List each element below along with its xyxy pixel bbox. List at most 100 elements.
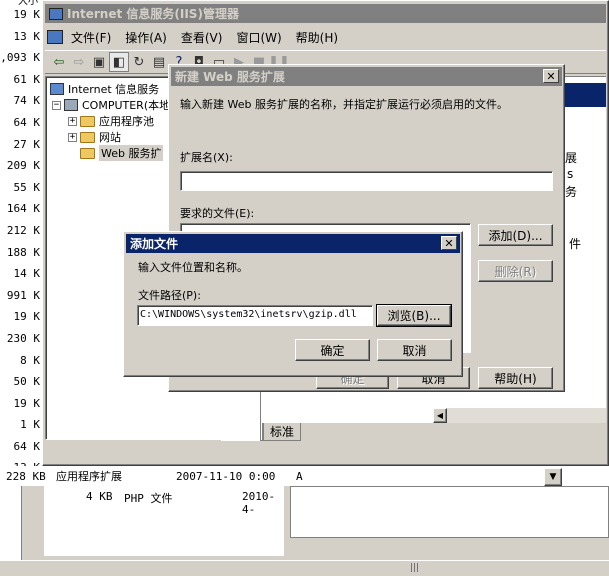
- expand-icon[interactable]: +: [68, 132, 77, 142]
- details-fragment: 展: [565, 151, 578, 165]
- size-cell: 14 K: [13, 267, 41, 281]
- file-date: 2007-11-10 0:00: [176, 469, 276, 483]
- file-date: 2010-4-: [242, 490, 276, 516]
- iis-app-icon: [49, 7, 63, 20]
- collapse-icon[interactable]: −: [52, 100, 61, 110]
- list-item[interactable]: 4 KB PHP 文件 2010-4-: [44, 486, 284, 556]
- folder-icon: [80, 147, 95, 159]
- tab-standard[interactable]: 标准: [263, 423, 302, 441]
- size-cell: 19 K: [13, 8, 41, 21]
- size-cell: 19 K: [13, 396, 41, 410]
- close-icon[interactable]: ✕: [441, 236, 457, 250]
- extension-name-label: 扩展名(X):: [180, 151, 233, 164]
- add-file-title: 添加文件: [130, 237, 179, 251]
- new-extension-instruction: 输入新建 Web 服务扩展的名称，并指定扩展运行必须启用的文件。: [180, 98, 508, 111]
- details-header-band: [561, 83, 606, 107]
- iis-title-bar[interactable]: Internet 信息服务(IIS)管理器: [45, 4, 606, 23]
- folder-icon: [80, 115, 95, 127]
- help-button[interactable]: 帮助(H): [478, 367, 553, 389]
- add-file-instruction: 输入文件位置和名称。: [138, 261, 248, 274]
- bottom-right-pane: [290, 486, 609, 538]
- refresh-icon[interactable]: ↻: [129, 52, 149, 72]
- scroll-left-icon[interactable]: ◀: [433, 408, 447, 423]
- size-cell: 64 K: [13, 439, 41, 453]
- size-cell: 64 K: [13, 115, 41, 129]
- file-path-value: C:\WINDOWS\system32\inetsrv\gzip.dll: [140, 309, 357, 320]
- menu-bar: 文件(F) 操作(A) 查看(V) 窗口(W) 帮助(H): [47, 27, 352, 47]
- size-cell: 61 K: [13, 72, 41, 86]
- size-cell: 13 K: [13, 29, 41, 43]
- folder-icon: [80, 131, 95, 143]
- dropdown-button[interactable]: ▼: [544, 468, 562, 486]
- size-cell: 55 K: [13, 180, 41, 194]
- up-folder-icon[interactable]: ▣: [89, 52, 109, 72]
- scroll-grip-icon[interactable]: |||: [410, 563, 419, 573]
- show-tree-icon[interactable]: ◧: [109, 52, 129, 72]
- new-extension-title-bar[interactable]: 新建 Web 服务扩展 ✕: [171, 67, 562, 86]
- details-hscrollbar[interactable]: ◀: [433, 407, 606, 423]
- file-path-label: 文件路径(P):: [138, 289, 201, 302]
- iis-root-icon: [50, 83, 64, 95]
- extension-name-input[interactable]: [180, 171, 553, 191]
- size-cell: 19 K: [13, 310, 41, 324]
- size-cell: 27 K: [13, 137, 41, 151]
- details-fragment: 务: [565, 185, 578, 199]
- details-tabs: 扩展 标准: [221, 423, 606, 441]
- browse-button[interactable]: 浏览(B)...: [376, 304, 452, 327]
- size-cell: 74 K: [13, 94, 41, 108]
- add-file-title-bar[interactable]: 添加文件 ✕: [126, 234, 460, 253]
- file-size: 228 KB: [6, 469, 46, 483]
- list-item[interactable]: 228 KB 应用程序扩展 2007-11-10 0:00 A: [0, 466, 609, 486]
- tree-item-app-pools[interactable]: + 应用程序池: [68, 113, 154, 129]
- size-cell: 209 K: [6, 159, 40, 173]
- cancel-button[interactable]: 取消: [377, 339, 452, 361]
- ok-button[interactable]: 确定: [295, 339, 370, 361]
- close-icon[interactable]: ✕: [543, 69, 559, 83]
- size-cell: 164 K: [6, 202, 40, 216]
- tree-item-root[interactable]: Internet 信息服务: [50, 81, 159, 97]
- expand-icon[interactable]: +: [68, 116, 77, 126]
- tree-item-computer[interactable]: − COMPUTER(本地计: [52, 97, 181, 113]
- back-icon[interactable]: ⇦: [49, 52, 69, 72]
- tree-item-label: 网站: [99, 131, 121, 144]
- file-path-input[interactable]: C:\WINDOWS\system32\inetsrv\gzip.dll: [137, 305, 373, 326]
- forward-icon[interactable]: ⇨: [69, 52, 89, 72]
- remove-file-button[interactable]: 删除(R): [478, 260, 553, 282]
- size-cell: 991 K: [6, 288, 40, 302]
- tree-item-label: 应用程序池: [99, 115, 154, 128]
- tree-item-label: Web 服务扩: [99, 145, 164, 161]
- iis-title: Internet 信息服务(IIS)管理器: [67, 7, 239, 21]
- horizontal-scrollbar[interactable]: |||: [0, 560, 609, 576]
- size-cell: ,093 K: [0, 51, 40, 65]
- menu-help[interactable]: 帮助(H): [296, 29, 338, 46]
- add-file-button[interactable]: 添加(D)...: [478, 224, 553, 246]
- file-attr: A: [296, 469, 303, 483]
- tree-item-label: Internet 信息服务: [68, 83, 160, 96]
- file-size: 4 KB: [86, 490, 113, 503]
- tree-item-label: COMPUTER(本地计: [82, 99, 182, 112]
- size-cell: 188 K: [6, 245, 40, 259]
- file-name: 应用程序扩展: [56, 470, 122, 483]
- size-cell: 212 K: [6, 223, 40, 237]
- add-file-dialog: 添加文件 ✕ 输入文件位置和名称。 文件路径(P): C:\WINDOWS\sy…: [123, 231, 463, 377]
- size-column: 19 K 13 K ,093 K 61 K 74 K 64 K 27 K 209 K 55 K 1…: [0, 4, 40, 544]
- size-cell: 230 K: [6, 331, 40, 345]
- menu-action[interactable]: 操作(A): [125, 29, 167, 46]
- chevron-down-icon: ▼: [549, 472, 557, 482]
- menu-view[interactable]: 查看(V): [181, 29, 223, 46]
- new-extension-title: 新建 Web 服务扩展: [175, 70, 285, 84]
- required-files-label: 要求的文件(E):: [180, 207, 255, 220]
- menu-file[interactable]: 文件(F): [71, 29, 111, 46]
- computer-icon: [64, 99, 78, 111]
- details-fragment: 件: [569, 237, 582, 251]
- tree-item-websites[interactable]: + 网站: [68, 129, 121, 145]
- export-icon[interactable]: ▤: [149, 52, 169, 72]
- menu-window[interactable]: 窗口(W): [236, 29, 281, 46]
- size-cell: 50 K: [13, 375, 41, 389]
- size-cell: 1 K: [20, 418, 40, 432]
- size-cell: 8 K: [20, 353, 40, 367]
- menu-app-icon[interactable]: [47, 30, 63, 44]
- tree-item-web-ext[interactable]: Web 服务扩: [80, 145, 164, 161]
- file-name: PHP 文件: [124, 492, 173, 505]
- details-fragment: s: [567, 167, 574, 181]
